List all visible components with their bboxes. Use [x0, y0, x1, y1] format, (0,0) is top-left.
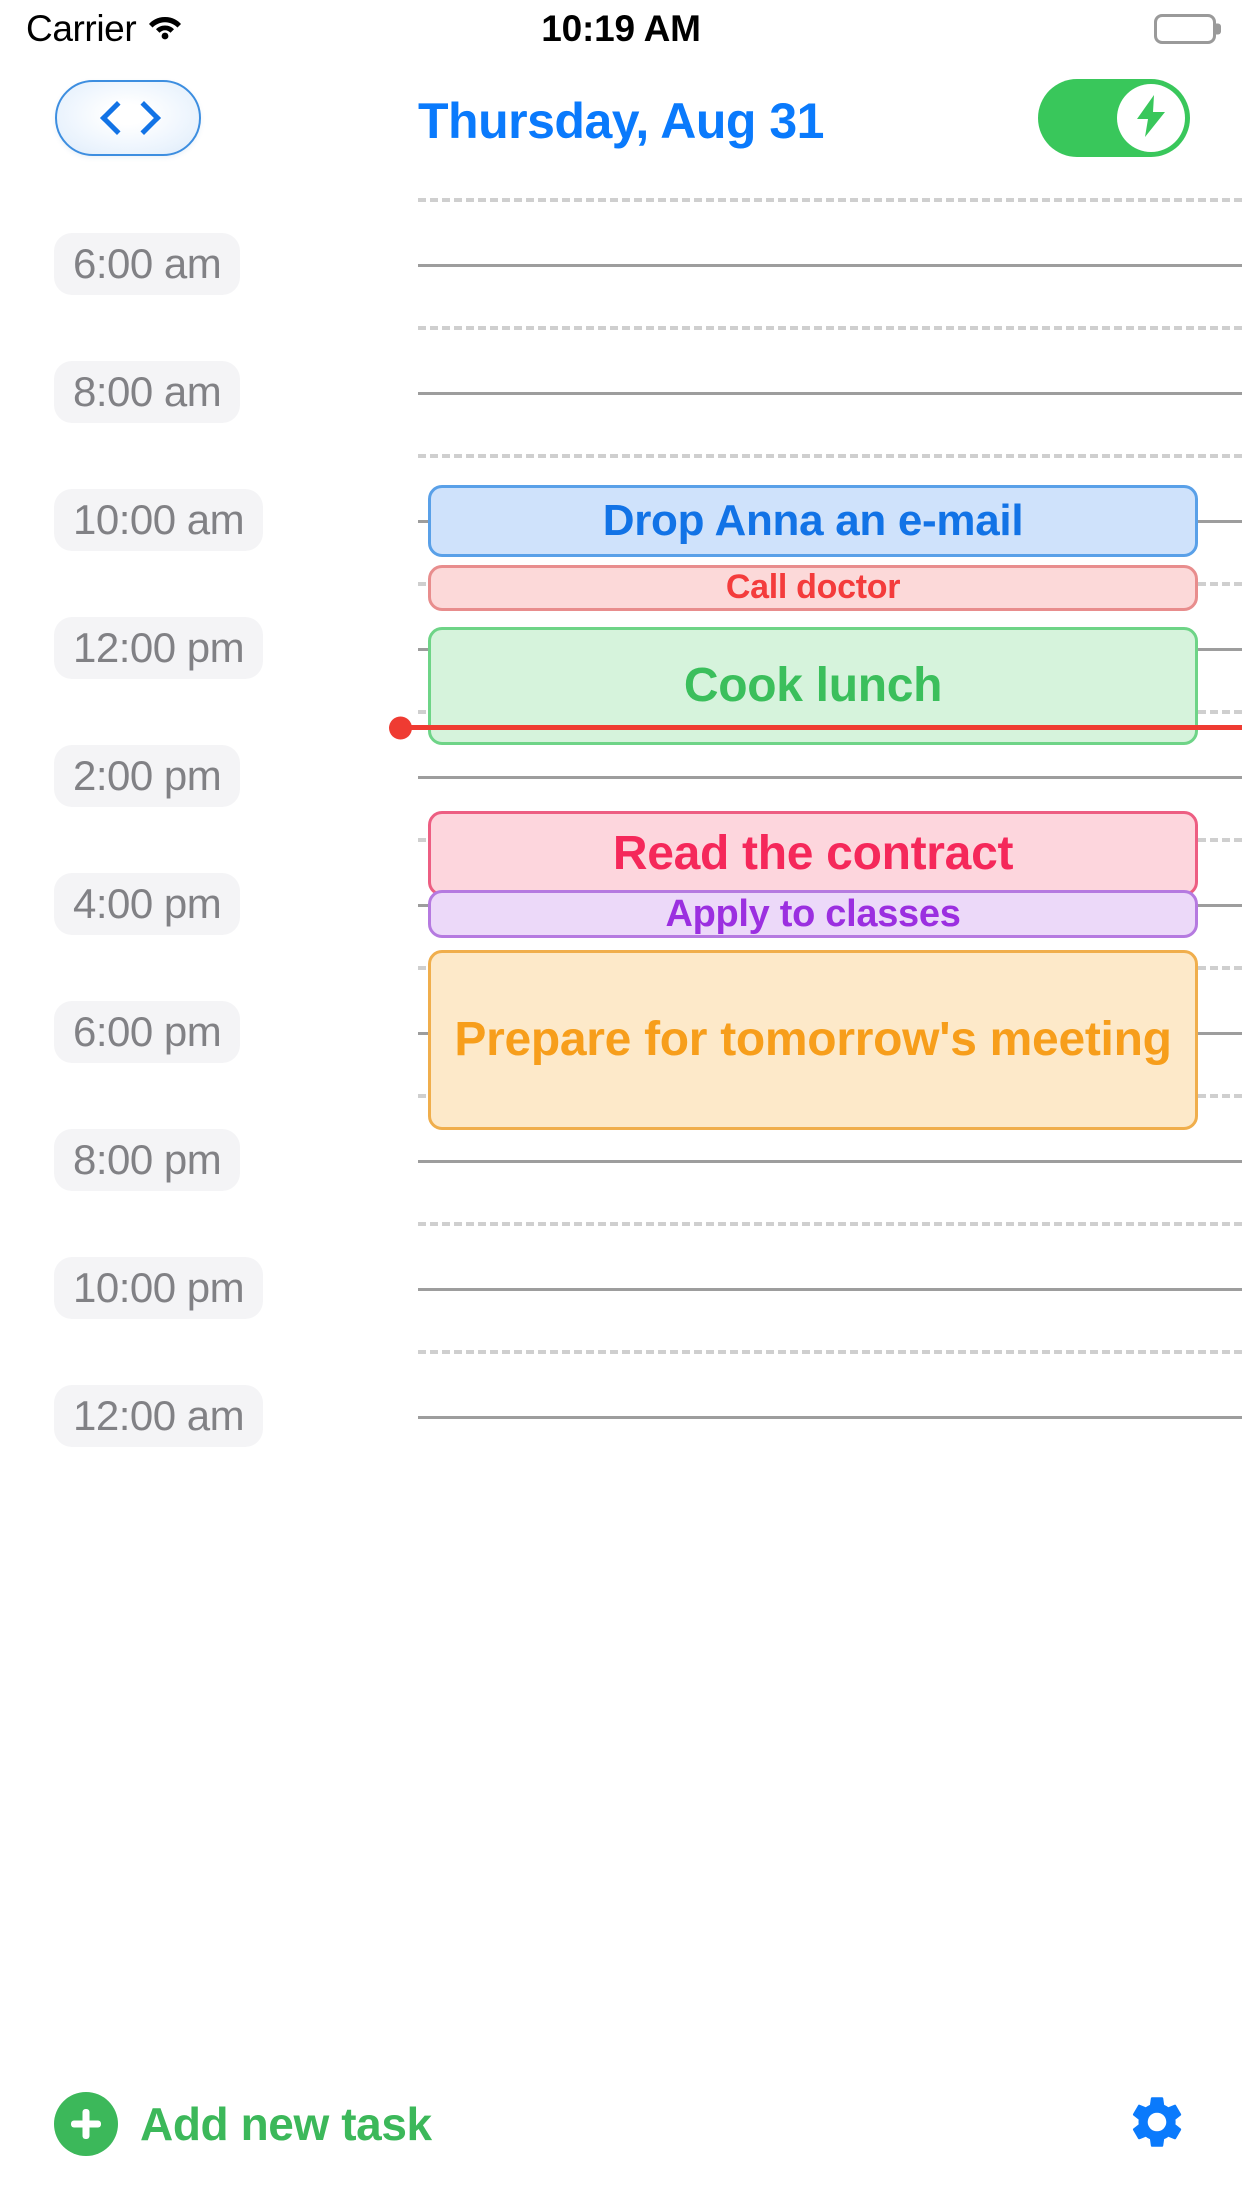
battery-full-icon: [1154, 14, 1216, 44]
grid-line-dashed: [418, 1222, 1242, 1226]
grid-line-solid: [418, 392, 1242, 395]
grid-line-solid: [418, 1416, 1242, 1419]
status-bar-left: Carrier: [26, 8, 182, 50]
time-label: 2:00 pm: [54, 745, 241, 807]
grid-line-dashed: [418, 1350, 1242, 1354]
grid-line-solid: [418, 1160, 1242, 1163]
grid-line-dashed: [418, 454, 1242, 458]
time-label: 4:00 pm: [54, 873, 241, 935]
time-label: 6:00 am: [54, 233, 241, 295]
power-mode-toggle[interactable]: [1038, 79, 1190, 157]
grid-line-dashed: [418, 326, 1242, 330]
grid-line-solid: [418, 776, 1242, 779]
toggle-knob: [1117, 84, 1185, 152]
grid-line-solid: [418, 1288, 1242, 1291]
app-header: Thursday, Aug 31: [0, 58, 1242, 178]
calendar-event[interactable]: Drop Anna an e-mail: [428, 485, 1198, 557]
calendar-event[interactable]: Read the contract: [428, 811, 1198, 896]
time-label: 8:00 pm: [54, 1129, 241, 1191]
time-label: 6:00 pm: [54, 1001, 241, 1063]
calendar-event[interactable]: Cook lunch: [428, 627, 1198, 745]
plus-circle-icon[interactable]: [54, 2092, 118, 2156]
calendar-event[interactable]: Call doctor: [428, 565, 1198, 611]
add-new-task-label: Add new task: [140, 2098, 432, 2150]
time-label: 8:00 am: [54, 361, 241, 423]
status-bar: Carrier 10:19 AM: [0, 0, 1242, 58]
add-new-task-button[interactable]: Add new task: [54, 2092, 432, 2156]
current-time-dot: [389, 716, 412, 739]
time-label: 12:00 pm: [54, 617, 264, 679]
calendar-event[interactable]: Apply to classes: [428, 890, 1198, 938]
wifi-icon: [148, 14, 182, 45]
grid-line-solid: [418, 264, 1242, 267]
time-label: 10:00 am: [54, 489, 264, 551]
grid-line-dashed: [418, 198, 1242, 202]
calendar-app-screen: Carrier 10:19 AM Thursday, Aug 31 6:00 a…: [0, 0, 1242, 2208]
gear-icon[interactable]: [1126, 2091, 1188, 2158]
carrier-label: Carrier: [26, 8, 137, 49]
calendar-grid[interactable]: 6:00 am 8:00 am 10:00 am 12:00 pm 2:00 pm 4:0…: [0, 178, 1242, 2040]
lightning-bolt-icon: [1134, 94, 1168, 143]
time-label: 12:00 am: [54, 1385, 264, 1447]
time-label: 10:00 pm: [54, 1257, 264, 1319]
status-bar-right: [1154, 14, 1216, 44]
calendar-event[interactable]: Prepare for tomorrow's meeting: [428, 950, 1198, 1130]
bottom-toolbar: Add new task: [0, 2040, 1242, 2208]
settings-button[interactable]: [1126, 2091, 1188, 2158]
status-bar-clock: 10:19 AM: [541, 8, 701, 49]
